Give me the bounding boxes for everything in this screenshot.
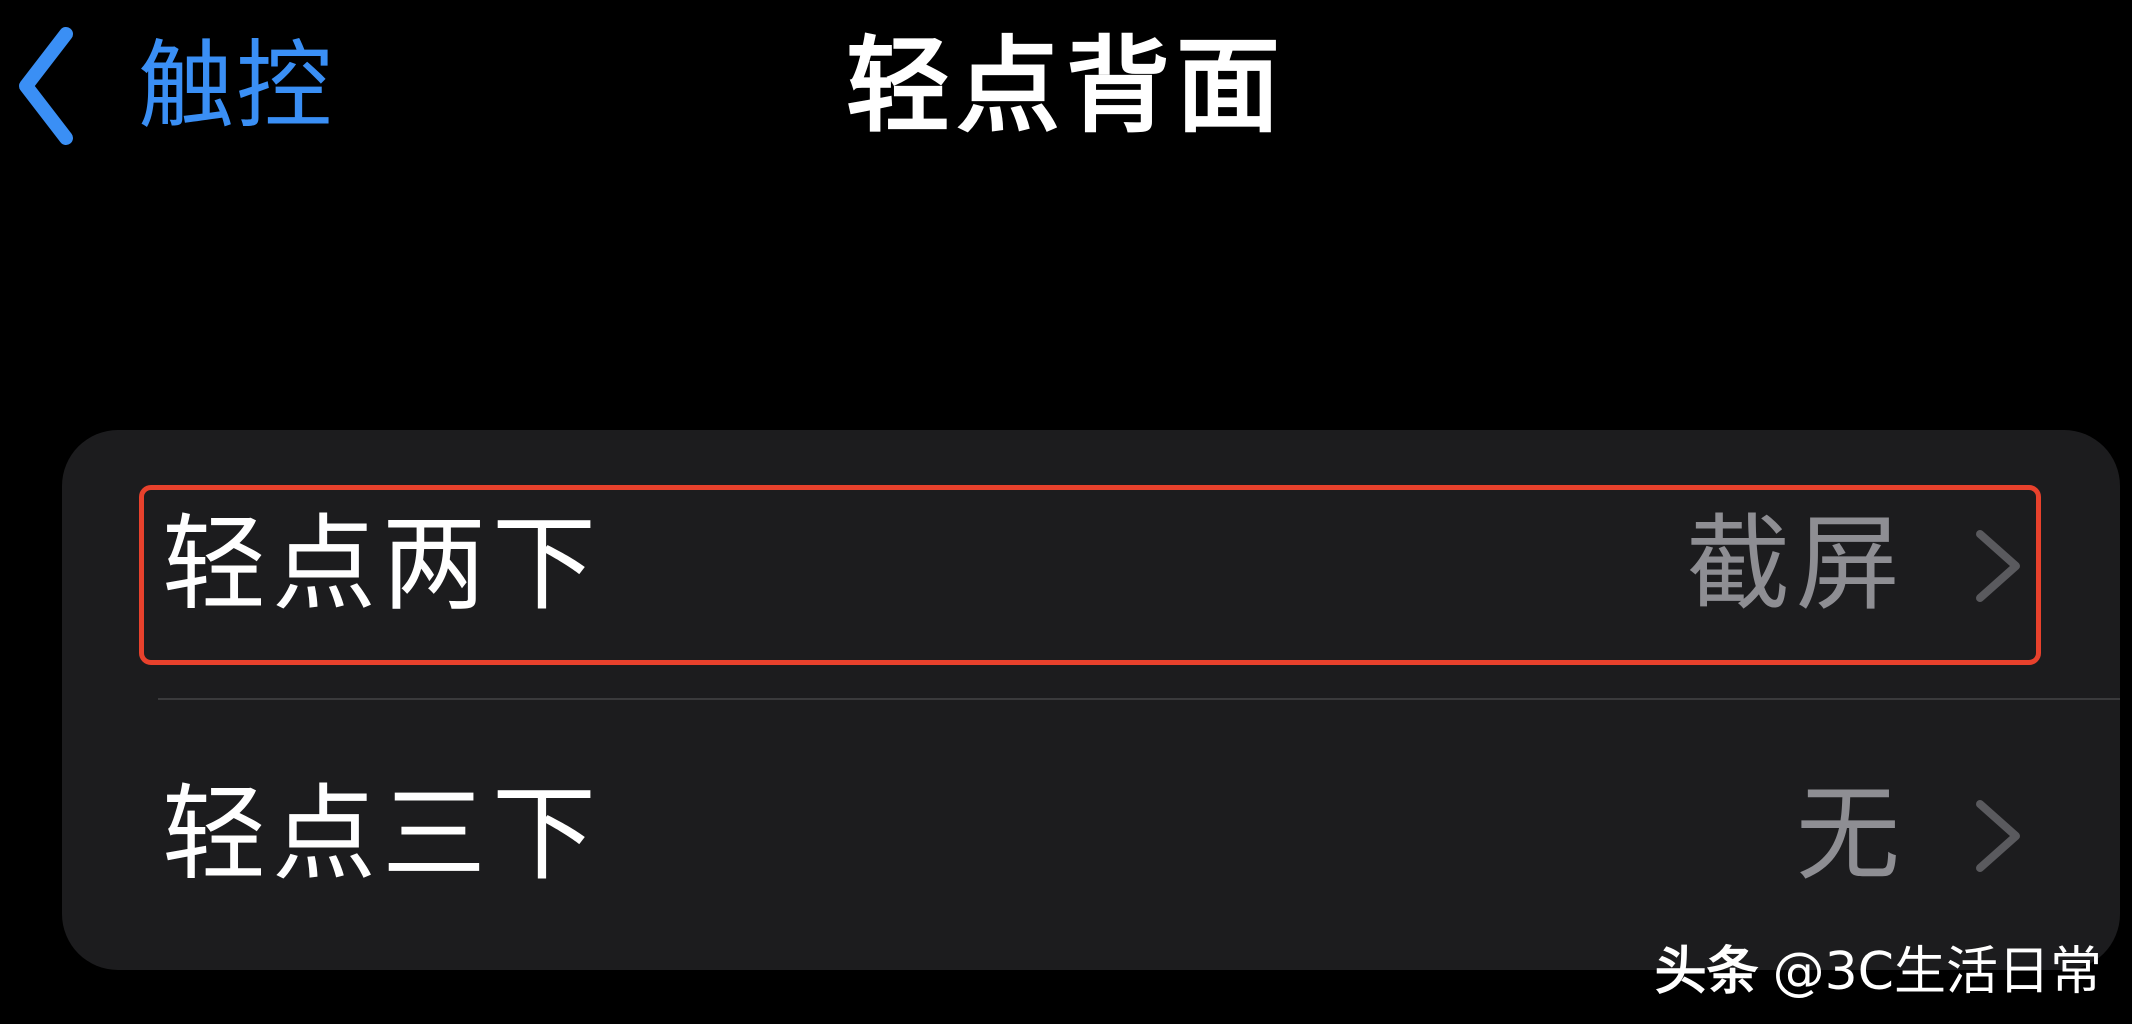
settings-row-double-tap[interactable]: 轻点两下 截屏 xyxy=(62,430,2120,698)
watermark-brand: 头条 xyxy=(1654,942,1759,1002)
row-label: 轻点三下 xyxy=(162,773,603,895)
navigation-bar: 触控 轻点背面 xyxy=(0,0,2132,180)
watermark-handle: @3C生活日常 xyxy=(1772,942,2102,1002)
settings-group: 轻点两下 截屏 轻点三下 无 xyxy=(62,430,2120,970)
row-value: 截屏 xyxy=(1685,503,1906,625)
settings-row-triple-tap[interactable]: 轻点三下 无 xyxy=(62,700,2120,968)
row-value: 无 xyxy=(1795,773,1906,895)
watermark: 头条 @3C生活日常 xyxy=(1655,940,2102,1004)
row-label: 轻点两下 xyxy=(162,503,603,625)
chevron-right-icon xyxy=(1976,530,2020,602)
page-title: 轻点背面 xyxy=(845,25,1286,147)
chevron-right-icon xyxy=(1976,800,2020,872)
